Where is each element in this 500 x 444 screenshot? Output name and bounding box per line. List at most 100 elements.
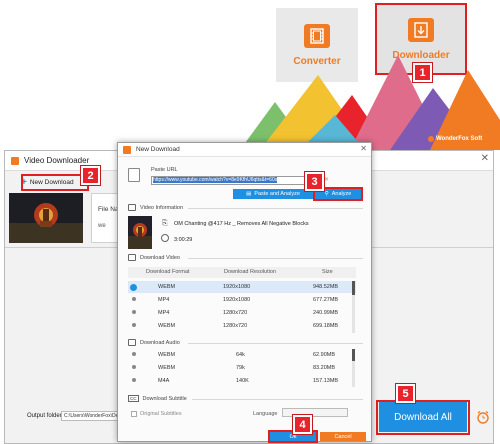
size-column-header: Size [322, 269, 333, 275]
row-size: 948.52MB [313, 284, 339, 290]
row-size: 240.99MB [313, 310, 339, 316]
row-format: M4A [158, 378, 170, 384]
row-size: 677.27MB [313, 297, 339, 303]
step-marker-2: 2 [80, 165, 101, 186]
audio-format-row[interactable]: M4A 140K 157.13MB [128, 375, 356, 387]
audio-icon [128, 339, 136, 346]
dialog-titlebar: New Download [118, 143, 371, 157]
wonderfox-brand: WonderFox Soft [428, 136, 482, 142]
file-name-label: File Na [98, 206, 119, 213]
app-icon [11, 156, 19, 165]
row-format: WEBM [158, 365, 176, 371]
video-format-row[interactable]: MP4 1920x1080 677.27MB [128, 294, 356, 306]
video-information-section: Video Information [128, 204, 183, 211]
cancel-button[interactable]: Cancel [320, 432, 366, 441]
row-resolution: 1280x720 [223, 310, 248, 316]
download-subtitle-label: Download Subtitle [142, 395, 187, 402]
window-close-icon[interactable]: ✕ [481, 153, 489, 164]
row-format: WEBM [158, 284, 176, 290]
row-bitrate: 79k [236, 365, 245, 371]
video-format-row[interactable]: WEBM 1920x1080 948.52MB [128, 281, 356, 293]
step-marker-1: 1 [412, 62, 433, 83]
download-arrow-icon [408, 17, 434, 42]
output-folder-label: Output folder: [27, 413, 64, 419]
video-format-row[interactable]: WEBM 1280x720 699.18MB [128, 320, 356, 332]
row-bitrate: 140K [236, 378, 249, 384]
video-format-row[interactable]: MP4 1280x720 240.99MB [128, 307, 356, 319]
selected-check-icon [130, 284, 137, 291]
wonderfox-logo-icon [428, 136, 434, 142]
row-resolution: 1280x720 [223, 323, 248, 329]
format-column-header: Download Format [146, 269, 190, 275]
radio-dot-icon [132, 378, 136, 382]
step-marker-5: 5 [395, 383, 416, 404]
row-size: 62.90MB [313, 352, 336, 358]
window-title: Video Downloader [24, 156, 90, 165]
video-title: OM Chanting @417 Hz _ Removes All Negati… [174, 221, 309, 227]
new-download-dialog: New Download ✕ Paste URL https://www.you… [117, 142, 372, 443]
row-format: WEBM [158, 352, 176, 358]
download-video-label: Download Video [140, 254, 180, 261]
row-bitrate: 64k [236, 352, 245, 358]
download-all-highlight [376, 400, 470, 435]
step-marker-4: 4 [292, 414, 313, 435]
paperclip-icon: ⎘ [162, 220, 168, 227]
video-thumbnail [9, 193, 83, 243]
url-text: https://www.youtube.com/watch?v=8e9KfhU6… [153, 177, 278, 183]
video-scrollbar-thumb[interactable] [352, 281, 355, 295]
download-audio-rule [188, 343, 363, 344]
language-label: Language [253, 411, 278, 417]
output-folder-field[interactable]: C:\Users\WonderFox\Desk [61, 411, 125, 421]
video-duration: 3:00:29 [174, 237, 193, 243]
download-audio-section: Download Audio [128, 339, 180, 346]
brand-text: WonderFox Soft [436, 136, 483, 142]
radio-dot-icon [132, 323, 136, 327]
video-information-rule [188, 208, 363, 209]
mountain-banner [240, 55, 500, 150]
clear-url-icon[interactable]: ✕ [324, 176, 329, 183]
new-download-highlight [21, 174, 89, 191]
download-video-rule [188, 258, 363, 259]
video-table-header: Download Format Download Resolution Size [128, 267, 356, 278]
audio-format-row[interactable]: WEBM 64k 62.90MB [128, 349, 356, 361]
paste-url-label: Paste URL [151, 167, 178, 173]
file-name-value: we [98, 223, 106, 229]
download-subtitle-section: CC Download Subtitle [128, 395, 187, 402]
closed-caption-icon: CC [128, 395, 139, 402]
original-subtitles-checkbox[interactable]: Original Subtitles [131, 411, 182, 417]
row-resolution: 1920x1080 [223, 297, 251, 303]
video-information-label: Video Information [140, 204, 184, 211]
download-audio-label: Download Audio [140, 339, 180, 346]
dialog-title: New Download [136, 146, 180, 153]
row-format: MP4 [158, 297, 170, 303]
language-select[interactable] [282, 408, 348, 417]
download-subtitle-rule [192, 399, 363, 400]
resolution-column-header: Download Resolution [224, 269, 276, 275]
audio-format-row[interactable]: WEBM 79k 83.20MB [128, 362, 356, 374]
dialog-close-icon[interactable]: ✕ [360, 144, 367, 153]
radio-dot-icon [132, 365, 136, 369]
radio-dot-icon [132, 310, 136, 314]
row-resolution: 1920x1080 [223, 284, 251, 290]
row-format: WEBM [158, 323, 176, 329]
alarm-clock-icon[interactable] [476, 410, 490, 424]
screenshot-stage: Converter Downloader 1 WonderFox Soft Vi… [0, 0, 500, 444]
video-info-thumbnail [128, 216, 152, 249]
paste-and-analyze-label: Paste and Analyze [254, 191, 300, 197]
step-marker-3: 3 [304, 171, 325, 192]
download-video-section: Download Video [128, 254, 180, 261]
row-size: 157.13MB [313, 378, 339, 384]
audio-scrollbar-thumb[interactable] [352, 349, 355, 361]
radio-dot-icon [132, 297, 136, 301]
original-subtitles-label: Original Subtitles [140, 411, 182, 417]
paste-and-analyze-button[interactable]: ▤ Paste and Analyze [233, 189, 313, 199]
clock-icon [161, 234, 169, 242]
url-input[interactable]: https://www.youtube.com/watch?v=8e9KfhU6… [151, 176, 321, 185]
clipboard-icon: ▤ [246, 191, 252, 197]
radio-dot-icon [132, 352, 136, 356]
info-icon [128, 204, 136, 211]
row-size: 83.20MB [313, 365, 336, 371]
video-icon [128, 254, 136, 261]
dialog-app-icon [123, 145, 131, 154]
row-format: MP4 [158, 310, 170, 316]
